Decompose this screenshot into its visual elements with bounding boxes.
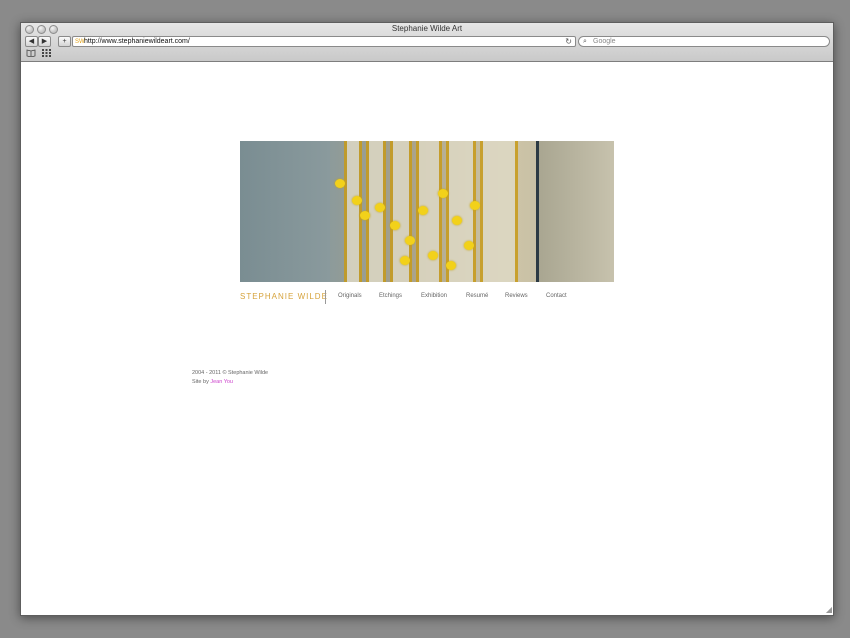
resize-grip-icon[interactable]: ◢ bbox=[826, 606, 832, 614]
hero-image bbox=[240, 141, 614, 282]
forward-icon: ▶ bbox=[41, 38, 48, 45]
reload-icon[interactable]: ↻ bbox=[565, 37, 572, 46]
credit-prefix: Site by bbox=[192, 379, 209, 385]
site-footer: 2004 - 2011 © Stephanie Wilde Site by Je… bbox=[192, 369, 268, 387]
credit-line: Site by Jean You bbox=[192, 378, 268, 387]
browser-chrome: Stephanie Wilde Art ◀ ▶ + SW http://www.… bbox=[21, 23, 833, 62]
credit-link[interactable]: Jean You bbox=[210, 379, 233, 385]
window-title: Stephanie Wilde Art bbox=[391, 24, 463, 33]
bookmarks-icon[interactable] bbox=[26, 49, 36, 58]
nav-resume[interactable]: Resumé bbox=[466, 293, 488, 299]
copyright-text: 2004 - 2011 © Stephanie Wilde bbox=[192, 370, 269, 376]
top-sites-icon[interactable] bbox=[42, 49, 51, 58]
nav-exhibition[interactable]: Exhibition bbox=[421, 293, 447, 299]
search-icon: ⌕ bbox=[583, 38, 587, 45]
back-button[interactable]: ◀ bbox=[25, 36, 38, 47]
plus-icon: + bbox=[62, 38, 67, 45]
address-bar[interactable]: SW http://www.stephaniewildeart.com/ ↻ bbox=[72, 36, 576, 47]
nav-contact[interactable]: Contact bbox=[546, 293, 567, 299]
site-brand[interactable]: STEPHANIE WILDE bbox=[240, 292, 328, 301]
site-nav: STEPHANIE WILDE Originals Etchings Exhib… bbox=[240, 290, 614, 304]
back-icon: ◀ bbox=[28, 38, 35, 45]
search-field[interactable]: ⌕ Google bbox=[578, 36, 830, 47]
browser-window: Stephanie Wilde Art ◀ ▶ + SW http://www.… bbox=[20, 22, 834, 616]
nav-divider bbox=[325, 290, 326, 304]
add-bookmark-button[interactable]: + bbox=[58, 36, 71, 47]
title-bar: Stephanie Wilde Art bbox=[21, 23, 833, 35]
search-placeholder: Google bbox=[593, 38, 616, 45]
nav-etchings[interactable]: Etchings bbox=[379, 293, 402, 299]
forward-button[interactable]: ▶ bbox=[38, 36, 51, 47]
nav-reviews[interactable]: Reviews bbox=[505, 293, 528, 299]
page-content: STEPHANIE WILDE Originals Etchings Exhib… bbox=[21, 62, 833, 615]
url-text[interactable]: http://www.stephaniewildeart.com/ bbox=[84, 37, 190, 46]
nav-originals[interactable]: Originals bbox=[338, 293, 362, 299]
